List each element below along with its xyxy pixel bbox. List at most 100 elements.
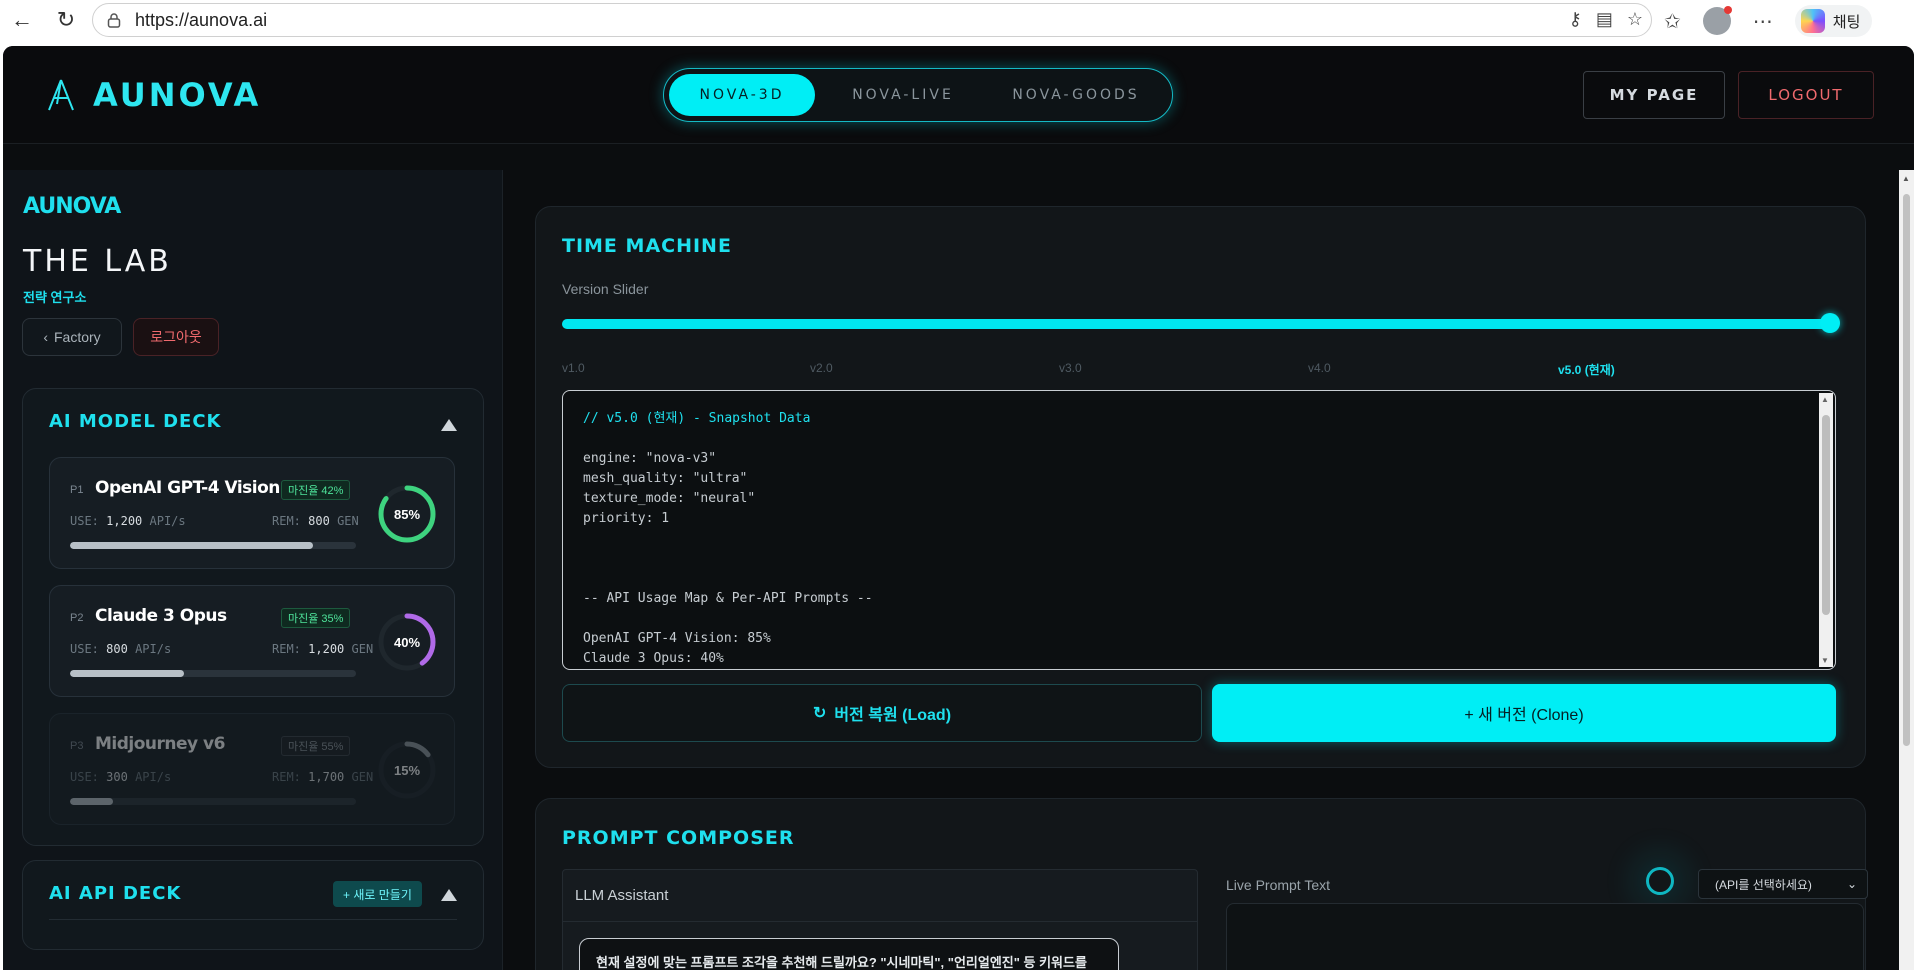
app-window: AUNOVA NOVA-3D NOVA-LIVE NOVA-GOODS MY P… [3, 46, 1914, 970]
logout-button[interactable]: LOGOUT [1738, 71, 1874, 119]
collapse-triangle-icon[interactable] [441, 419, 457, 431]
margin-badge: 마진율 55% [281, 736, 351, 756]
tab-nova-live[interactable]: NOVA-LIVE [823, 74, 983, 116]
version-tick[interactable]: v3.0 [1059, 361, 1082, 375]
reload-icon[interactable]: ↻ [52, 6, 80, 34]
model-remaining: REM: 1,700 GEN [272, 770, 374, 784]
model-rank: P2 [70, 612, 84, 624]
page-scrollbar-thumb[interactable] [1903, 194, 1910, 746]
status-circle-icon [1646, 867, 1674, 895]
model-name: Claude 3 Opus [95, 606, 227, 626]
key-icon[interactable]: ⚷ [1569, 9, 1582, 30]
my-page-button[interactable]: MY PAGE [1583, 71, 1725, 119]
version-slider-fill [562, 319, 1830, 329]
refresh-icon: ↻ [812, 705, 827, 722]
margin-badge: 마진율 42% [281, 480, 351, 500]
model-usage: USE: 1,200 API/s [70, 514, 186, 528]
more-icon[interactable]: ⋯ [1753, 9, 1773, 34]
code-comment: // v5.0 (현재) - Snapshot Data [583, 411, 811, 426]
version-slider-track[interactable] [562, 319, 1830, 329]
version-tick[interactable]: v2.0 [810, 361, 833, 375]
model-card[interactable]: P2 Claude 3 Opus 마진율 35% USE: 800 API/s … [49, 585, 455, 697]
factory-button[interactable]: ‹ Factory [22, 318, 122, 356]
api-select-value: (API를 선택하세요) [1715, 877, 1812, 892]
time-machine-panel: TIME MACHINE Version Slider v1.0 v2.0 v3… [535, 206, 1866, 768]
star-icon[interactable]: ☆ [1627, 9, 1643, 30]
url-text: https://aunova.ai [135, 9, 268, 30]
collapse-triangle-icon[interactable] [441, 889, 457, 901]
code-scrollbar[interactable]: ▲ ▼ [1819, 393, 1833, 667]
browser-toolbar: ← ↻ https://aunova.ai ⚷ ▤ ☆ ✩ ⋯ 채팅 [0, 0, 1917, 42]
assistant-message: 현재 설정에 맞는 프롬프트 조각을 추천해 드릴까요? "시네마틱", "언리… [579, 938, 1119, 970]
model-deck-title: AI MODEL DECK [49, 411, 222, 432]
api-select[interactable]: (API를 선택하세요) ⌄ [1698, 869, 1868, 899]
usage-bar [70, 670, 356, 677]
reader-icon[interactable]: ▤ [1596, 9, 1613, 30]
back-arrow-icon[interactable]: ← [8, 6, 36, 34]
scroll-up-icon[interactable]: ▲ [1902, 174, 1910, 183]
aunova-logo-icon [48, 79, 74, 111]
ai-model-deck: AI MODEL DECK P1 OpenAI GPT-4 Vision 마진율… [22, 388, 484, 846]
scrollbar-thumb[interactable] [1822, 415, 1830, 615]
live-prompt-textarea[interactable] [1226, 903, 1864, 970]
version-tick-current[interactable]: v5.0 (현재) [1558, 361, 1615, 378]
snapshot-code-view[interactable]: // v5.0 (현재) - Snapshot Data engine: "no… [562, 390, 1836, 670]
version-tick[interactable]: v1.0 [562, 361, 585, 375]
usage-percent: 85% [393, 506, 421, 522]
code-body: engine: "nova-v3" mesh_quality: "ultra" … [583, 451, 873, 666]
chat-label: 채팅 [1832, 13, 1861, 31]
create-new-button[interactable]: + 새로 만들기 [333, 881, 422, 907]
sidebar-title: THE LAB [23, 244, 172, 279]
browser-actions: ✩ ⋯ 채팅 [1664, 5, 1873, 37]
live-prompt-label: Live Prompt Text [1226, 877, 1331, 893]
profile-avatar-icon[interactable] [1702, 6, 1732, 35]
chevron-left-icon: ‹ [43, 329, 48, 345]
model-name: OpenAI GPT-4 Vision [95, 478, 280, 498]
model-usage: USE: 800 API/s [70, 642, 172, 656]
model-remaining: REM: 800 GEN [272, 514, 359, 528]
clone-version-button[interactable]: + 새 버전 (Clone) [1212, 684, 1836, 742]
usage-bar-fill [70, 542, 314, 549]
model-remaining: REM: 1,200 GEN [272, 642, 374, 656]
scroll-down-icon[interactable]: ▼ [1821, 656, 1829, 665]
sidebar-subtitle: 전략 연구소 [23, 290, 87, 305]
model-card[interactable]: P1 OpenAI GPT-4 Vision 마진율 42% USE: 1,20… [49, 457, 455, 569]
time-machine-title: TIME MACHINE [562, 235, 732, 257]
sidebar-logout-button[interactable]: 로그아웃 [133, 318, 219, 356]
factory-label: Factory [53, 329, 101, 345]
scroll-up-icon[interactable]: ▲ [1821, 395, 1829, 404]
lock-icon [107, 11, 125, 29]
chat-button[interactable]: 채팅 [1794, 5, 1873, 37]
snapshot-code: // v5.0 (현재) - Snapshot Data engine: "no… [583, 409, 1783, 669]
address-bar[interactable]: https://aunova.ai ⚷ ▤ ☆ [92, 3, 1652, 37]
page-scrollbar[interactable]: ▲ [1899, 170, 1914, 970]
model-usage: USE: 300 API/s [70, 770, 172, 784]
sidebar: AUNOVA THE LAB 전략 연구소 ‹ Factory 로그아웃 AI … [3, 170, 503, 970]
favorites-icon[interactable]: ✩ [1664, 9, 1681, 34]
margin-badge: 마진율 35% [281, 608, 351, 628]
usage-bar [70, 542, 356, 549]
usage-percent: 40% [393, 634, 421, 650]
product-switcher: NOVA-3D NOVA-LIVE NOVA-GOODS [663, 68, 1173, 122]
usage-bar [70, 798, 356, 805]
model-rank: P3 [70, 740, 84, 752]
llm-assistant-title: LLM Assistant [563, 870, 1197, 922]
model-card[interactable]: P3 Midjourney v6 마진율 55% USE: 300 API/s … [49, 713, 455, 825]
ai-api-deck: AI API DECK + 새로 만들기 [22, 860, 484, 950]
version-slider-thumb[interactable] [1820, 313, 1840, 333]
tab-nova-goods[interactable]: NOVA-GOODS [991, 74, 1161, 116]
address-bar-icons: ⚷ ▤ ☆ [1569, 9, 1643, 30]
version-tick[interactable]: v4.0 [1308, 361, 1331, 375]
llm-assistant-box: LLM Assistant 현재 설정에 맞는 프롬프트 조각을 추천해 드릴까… [562, 869, 1198, 970]
load-version-button[interactable]: ↻ 버전 복원 (Load) [562, 684, 1202, 742]
main-content: TIME MACHINE Version Slider v1.0 v2.0 v3… [503, 170, 1899, 970]
usage-bar-fill [70, 798, 113, 805]
logo-text: AUNOVA [93, 76, 262, 114]
prompt-composer-title: PROMPT COMPOSER [562, 827, 795, 849]
chevron-down-icon: ⌄ [1846, 877, 1857, 891]
logo[interactable]: AUNOVA [45, 76, 261, 114]
usage-bar-fill [70, 670, 185, 677]
version-slider-label: Version Slider [562, 281, 649, 297]
tab-nova-3d[interactable]: NOVA-3D [669, 74, 815, 116]
model-rank: P1 [70, 484, 84, 496]
